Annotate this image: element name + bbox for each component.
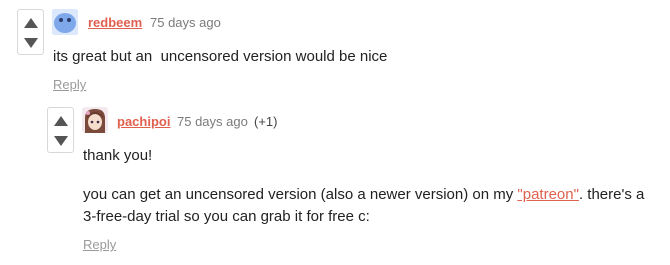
downvote-button[interactable] (23, 36, 39, 50)
arrow-down-icon (54, 136, 68, 146)
comment-score: (+1) (254, 114, 278, 129)
arrow-up-icon (54, 116, 68, 126)
comment-body: its great but an uncensored version woul… (53, 48, 388, 65)
comment-body-text: you can get an uncensored version (also … (83, 186, 518, 203)
blue-blob-avatar-icon (52, 9, 78, 35)
comment-body-paragraph: you can get an uncensored version (also … (83, 184, 670, 206)
arrow-up-icon (24, 18, 38, 28)
reply-link[interactable]: Reply (53, 77, 86, 92)
comment-body-line: 3-free-day trial so you can grab it for … (83, 208, 370, 225)
vote-box (47, 107, 74, 153)
comment-timestamp: 75 days ago (150, 15, 221, 30)
comment-username[interactable]: pachipoi (117, 114, 170, 129)
avatar[interactable] (82, 107, 108, 133)
upvote-button[interactable] (23, 16, 39, 30)
upvote-button[interactable] (53, 114, 69, 128)
comment-body-text: . there's a (578, 186, 645, 203)
arrow-down-icon (24, 38, 38, 48)
comment-username[interactable]: redbeem (88, 15, 142, 30)
anime-girl-avatar-icon (82, 107, 108, 133)
reply-link[interactable]: Reply (83, 237, 116, 252)
downvote-button[interactable] (53, 134, 69, 148)
patreon-link[interactable]: "patreon" (517, 186, 579, 203)
comment-timestamp: 75 days ago (177, 114, 248, 129)
comment-body-line: thank you! (83, 147, 153, 164)
avatar[interactable] (52, 9, 78, 35)
vote-box (17, 9, 44, 55)
